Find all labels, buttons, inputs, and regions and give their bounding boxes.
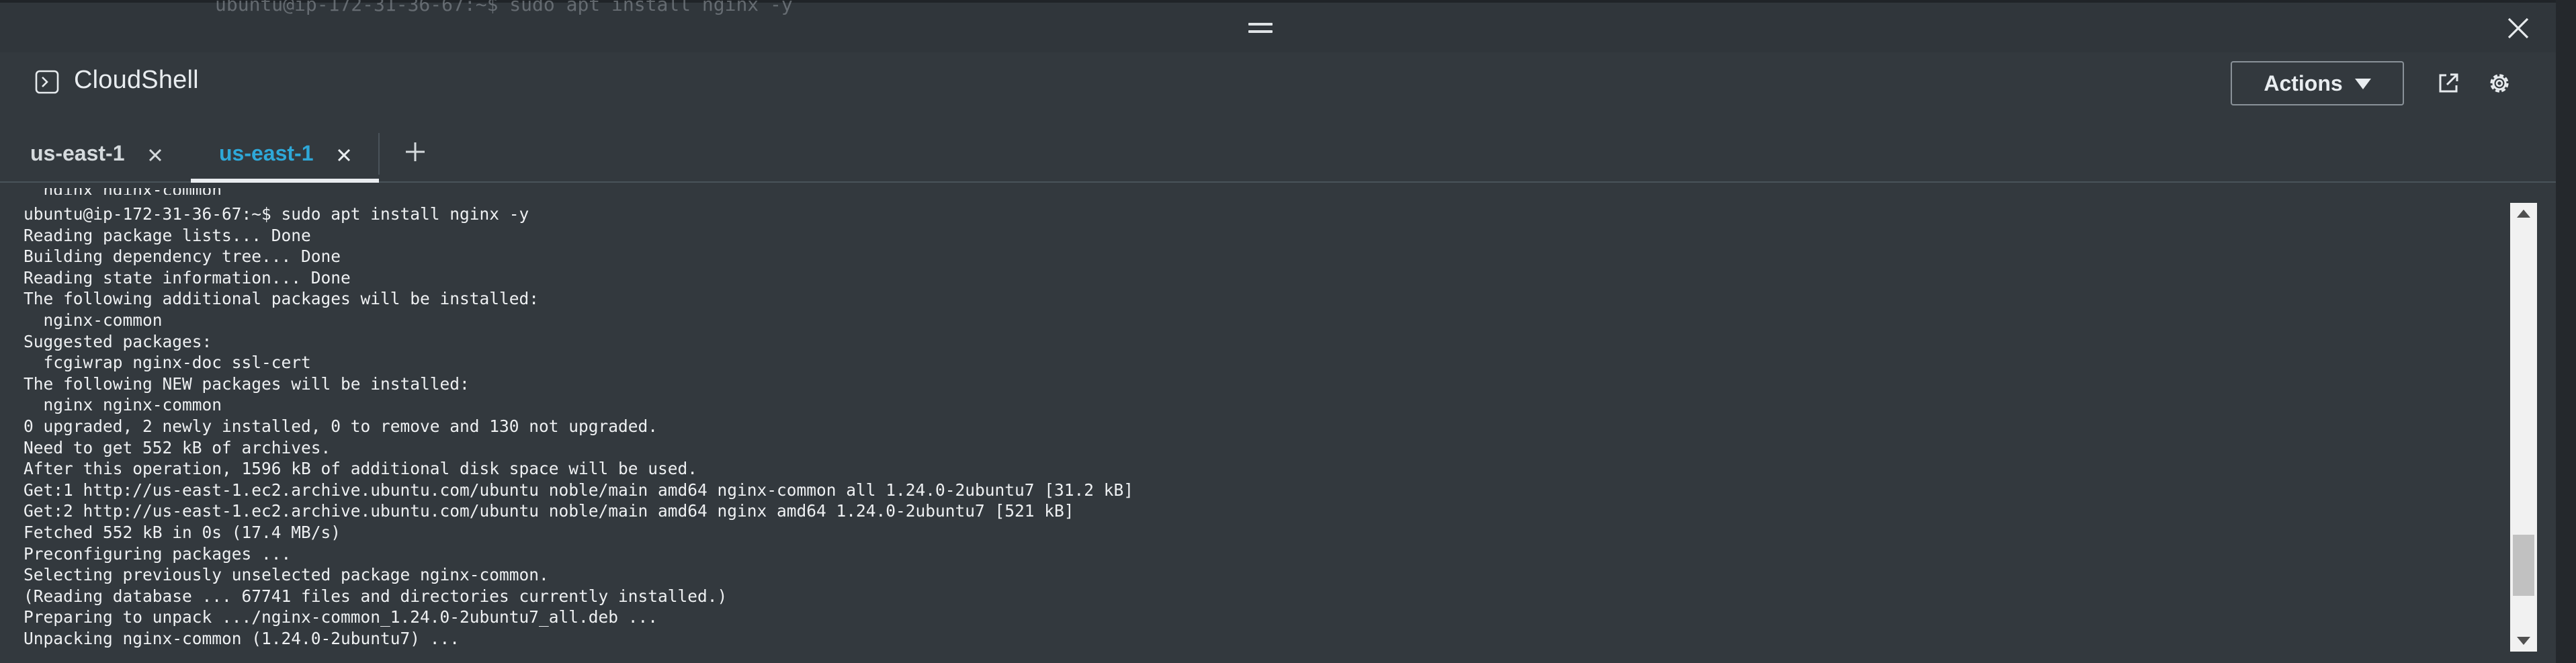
scroll-up-arrow-icon[interactable]: [2517, 210, 2530, 218]
plus-icon[interactable]: [402, 138, 429, 165]
clipped-terminal-line: nginx nginx-common: [24, 188, 222, 195]
terminal-scrollbar[interactable]: [2510, 203, 2537, 652]
tab-bar: us-east-1 us-east-1: [0, 125, 2556, 183]
terminal-line: nginx nginx-common: [24, 395, 222, 415]
terminal-line: Selecting previously unselected package …: [24, 565, 549, 585]
tab-label: us-east-1: [219, 140, 314, 165]
page-title: CloudShell: [74, 66, 199, 94]
gear-icon[interactable]: [2486, 70, 2513, 97]
caret-down-icon: [2354, 79, 2371, 89]
tab-divider: [378, 133, 380, 175]
terminal-line: fcgiwrap nginx-doc ssl-cert: [24, 353, 311, 373]
terminal-line: (Reading database ... 67741 files and di…: [24, 586, 728, 606]
cloudshell-panel: ubuntu@ip-172-31-36-67:~$ sudo apt insta…: [0, 0, 2556, 663]
terminal-line: After this operation, 1596 kB of additio…: [24, 459, 698, 479]
terminal-line: ubuntu@ip-172-31-36-67:~$ sudo apt insta…: [24, 204, 529, 224]
terminal-line: The following additional packages will b…: [24, 289, 540, 309]
terminal-line: Need to get 552 kB of archives.: [24, 437, 331, 457]
close-icon[interactable]: [335, 146, 353, 164]
terminal-line: nginx-common: [24, 310, 163, 330]
terminal-output[interactable]: nginx nginx-common ubuntu@ip-172-31-36-6…: [0, 183, 2556, 663]
panel-resize-bar[interactable]: ubuntu@ip-172-31-36-67:~$ sudo apt insta…: [0, 0, 2556, 52]
terminal-line: 0 upgraded, 2 newly installed, 0 to remo…: [24, 416, 658, 436]
terminal-line: The following NEW packages will be insta…: [24, 373, 470, 394]
terminal-line: Reading state information... Done: [24, 267, 351, 288]
terminal-lines: ubuntu@ip-172-31-36-67:~$ sudo apt insta…: [24, 204, 1133, 649]
close-icon[interactable]: [146, 146, 164, 164]
terminal-line: Get:2 http://us-east-1.ec2.archive.ubunt…: [24, 501, 1074, 521]
external-link-icon[interactable]: [2435, 70, 2462, 97]
tab-label: us-east-1: [30, 140, 125, 165]
actions-dropdown-button[interactable]: Actions: [2231, 61, 2404, 105]
terminal-line: Fetched 552 kB in 0s (17.4 MB/s): [24, 522, 341, 542]
terminal-line: Unpacking nginx-common (1.24.0-2ubuntu7)…: [24, 628, 460, 648]
terminal-line: Preparing to unpack .../nginx-common_1.2…: [24, 607, 658, 627]
terminal-line: Suggested packages:: [24, 331, 212, 351]
tab-us-east-1[interactable]: us-east-1: [30, 125, 164, 181]
cloudshell-header: CloudShell Actions: [0, 52, 2556, 112]
page-edge: [2556, 0, 2576, 663]
scroll-down-arrow-icon[interactable]: [2517, 637, 2530, 645]
drag-handle-icon[interactable]: [1248, 23, 1273, 35]
terminal-line: Preconfiguring packages ...: [24, 543, 292, 564]
close-icon[interactable]: [2505, 15, 2532, 42]
scrollbar-thumb[interactable]: [2513, 535, 2534, 596]
tab-us-east-1-active[interactable]: us-east-1: [191, 125, 379, 183]
terminal-line: Reading package lists... Done: [24, 225, 311, 245]
actions-label: Actions: [2264, 71, 2343, 95]
partially-hidden-text: ubuntu@ip-172-31-36-67:~$ sudo apt insta…: [215, 0, 793, 15]
terminal-icon: [35, 70, 59, 94]
terminal-line: Get:1 http://us-east-1.ec2.archive.ubunt…: [24, 480, 1134, 500]
terminal-line: Building dependency tree... Done: [24, 247, 341, 267]
